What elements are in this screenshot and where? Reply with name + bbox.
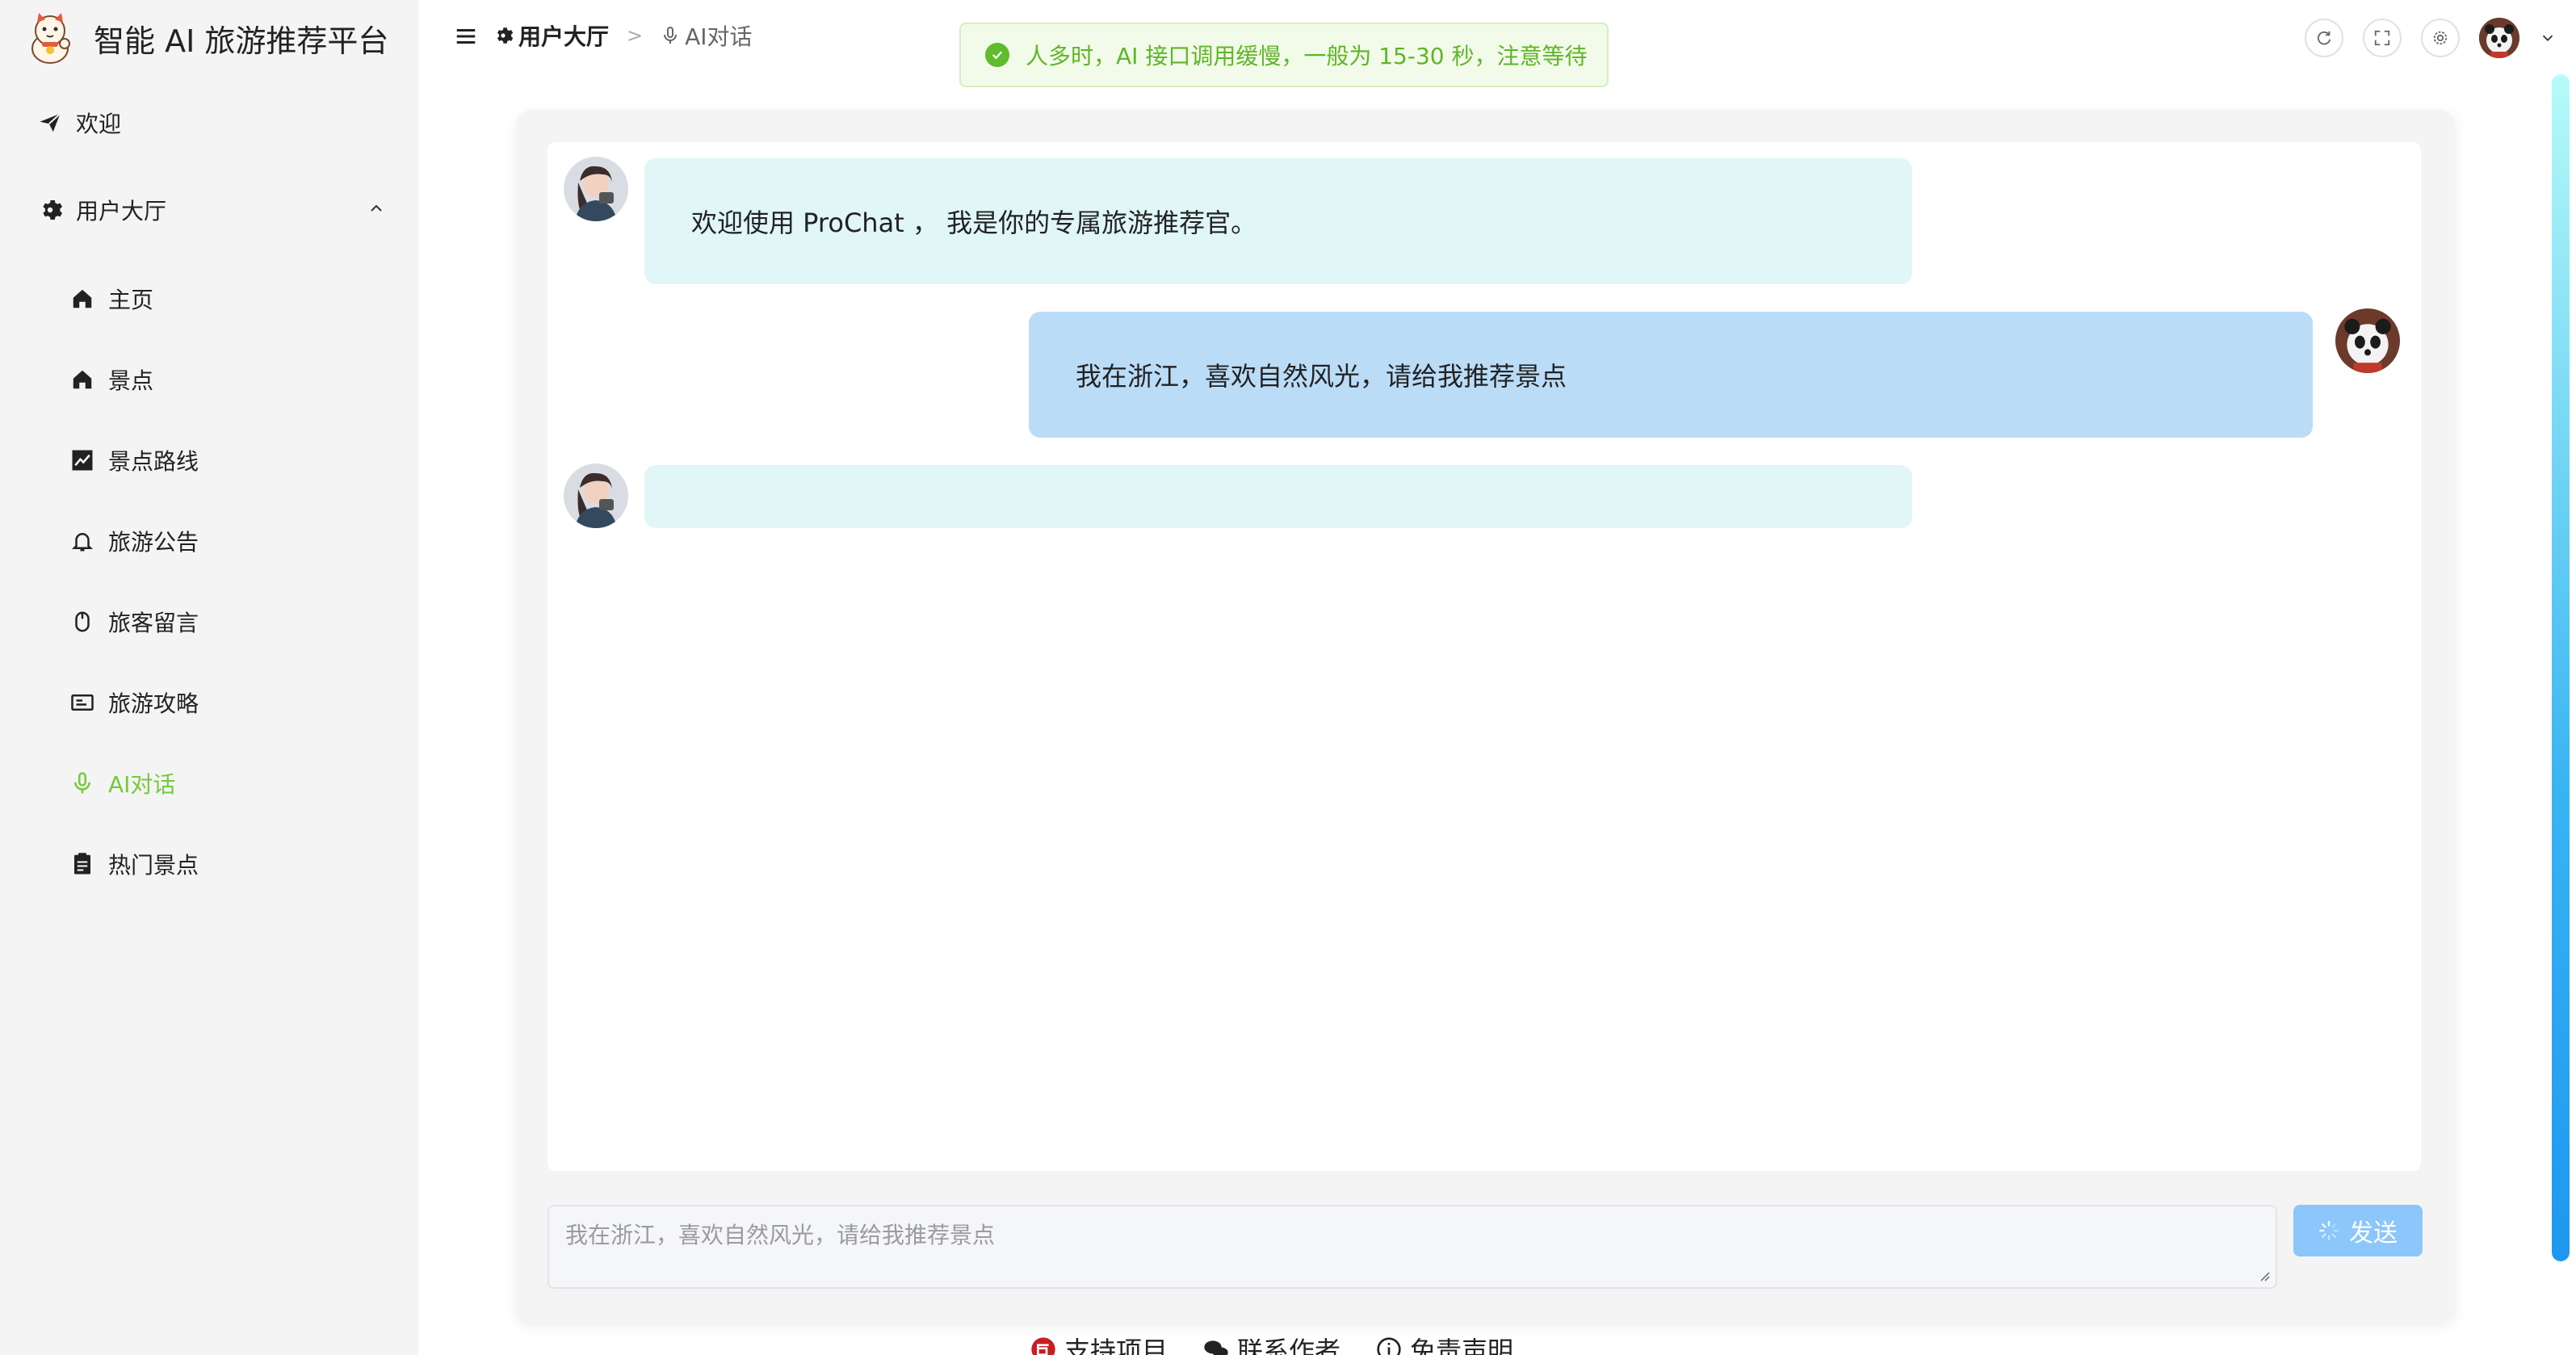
page-scrollbar[interactable] (2552, 74, 2570, 1261)
sidebar-item-popular[interactable]: 热门景点 (0, 830, 418, 898)
check-circle-icon (985, 43, 1009, 67)
send-label: 发送 (2349, 1219, 2398, 1248)
clipboard-icon (68, 849, 97, 879)
card-icon (68, 688, 97, 717)
panda-avatar-icon (2479, 18, 2519, 58)
toast-message: 人多时，AI 接口调用缓慢，一般为 15-30 秒，注意等待 (1026, 43, 1588, 69)
support-project-link[interactable]: 支持项目 (1030, 1331, 1168, 1355)
loading-spinner-icon (2318, 1220, 2339, 1241)
success-toast: 人多时，AI 接口调用缓慢，一般为 15-30 秒，注意等待 (959, 23, 1609, 87)
assistant-avatar (564, 464, 628, 528)
sidebar-item-welcome[interactable]: 欢迎 (0, 89, 418, 157)
gear-icon (497, 27, 514, 44)
message-text: 欢迎使用 ProChat ， 我是你的专属旅游推荐官。 (691, 208, 1257, 238)
footer-link-label: 免责声明 (1410, 1336, 1514, 1355)
assistant-message-pending (644, 465, 1912, 528)
breadcrumb: 用户大厅 > AI对话 (493, 19, 753, 52)
gear-icon (2433, 31, 2448, 45)
breadcrumb-chevron-icon: > (627, 24, 644, 47)
refresh-icon (2318, 31, 2331, 45)
fullscreen-button[interactable] (2363, 19, 2402, 57)
wechat-icon (1204, 1340, 1228, 1355)
header-actions (2305, 18, 2557, 58)
gear-icon (36, 195, 65, 224)
lucky-cat-logo-icon (31, 13, 70, 64)
mic-icon (68, 769, 97, 798)
contact-author-link[interactable]: 联系作者 (1203, 1331, 1340, 1355)
logo-row: 智能 AI 旅游推荐平台 (27, 11, 388, 65)
message-text: 我在浙江，喜欢自然风光，请给我推荐景点 (1076, 361, 1567, 392)
footer-link-label: 支持项目 (1064, 1336, 1168, 1355)
send-icon (36, 108, 65, 137)
sidebar-item-messages[interactable]: 旅客留言 (0, 588, 418, 656)
mic-icon (664, 27, 678, 44)
resize-grip-icon[interactable] (2256, 1268, 2271, 1282)
sidebar-item-label: 旅客留言 (108, 610, 199, 636)
chat-card: 欢迎使用 ProChat ， 我是你的专属旅游推荐官。 我在浙江，喜欢自然风光，… (517, 110, 2455, 1323)
sidebar-item-label: 景点 (108, 367, 154, 394)
sidebar-item-home[interactable]: 主页 (0, 265, 418, 333)
chevron-up-icon (371, 204, 382, 212)
send-button[interactable]: 发送 (2293, 1205, 2423, 1256)
sidebar-item-label: 旅游公告 (108, 529, 199, 556)
menu-toggle-icon[interactable] (454, 24, 478, 48)
user-message-avatar (2335, 308, 2400, 373)
app-title: 智能 AI 旅游推荐平台 (94, 23, 389, 59)
chat-messages: 欢迎使用 ProChat ， 我是你的专属旅游推荐官。 我在浙江，喜欢自然风光，… (548, 142, 2421, 1171)
sidebar-item-label: 主页 (108, 287, 154, 313)
chat-input[interactable]: 我在浙江，喜欢自然风光，请给我推荐景点 (548, 1205, 2277, 1289)
info-icon (1377, 1337, 1401, 1355)
footer: 支持项目 联系作者 免责声明 (1030, 1331, 1513, 1355)
sidebar-item-attractions[interactable]: 景点 (0, 346, 418, 413)
chart-icon (68, 446, 97, 475)
user-message: 我在浙江，喜欢自然风光，请给我推荐景点 (1029, 312, 2313, 438)
sidebar-item-ai-chat[interactable]: AI对话 (0, 749, 418, 817)
sidebar-item-label: 旅游攻略 (108, 690, 199, 717)
sidebar-item-label: 热门景点 (108, 852, 199, 879)
fullscreen-icon (2374, 30, 2390, 46)
chevron-down-icon[interactable] (2539, 29, 2557, 47)
breadcrumb-label: 用户大厅 (518, 23, 610, 50)
breadcrumb-item-user-hall[interactable]: 用户大厅 (493, 19, 609, 52)
gitee-icon (1031, 1337, 1055, 1355)
user-avatar[interactable] (2479, 18, 2519, 58)
sidebar-item-guides[interactable]: 旅游攻略 (0, 669, 418, 736)
footer-link-label: 联系作者 (1237, 1336, 1341, 1355)
sidebar-item-label: 用户大厅 (76, 198, 167, 224)
panda-avatar-icon (2335, 308, 2400, 373)
sidebar-item-label: AI对话 (108, 771, 176, 798)
breadcrumb-label: AI对话 (685, 23, 753, 50)
home-icon (68, 284, 97, 313)
assistant-avatar (564, 157, 628, 221)
home-icon (68, 365, 97, 394)
sidebar-item-label: 欢迎 (76, 111, 122, 137)
chat-input-placeholder: 我在浙江，喜欢自然风光，请给我推荐景点 (565, 1222, 996, 1248)
bell-icon (68, 526, 97, 556)
settings-button[interactable] (2421, 19, 2460, 57)
mouse-icon (68, 607, 97, 636)
sidebar-item-routes[interactable]: 景点路线 (0, 426, 418, 494)
sidebar-item-label: 景点路线 (108, 448, 199, 475)
sidebar-item-announcements[interactable]: 旅游公告 (0, 507, 418, 575)
assistant-avatar-icon (564, 157, 628, 221)
sidebar: 智能 AI 旅游推荐平台 欢迎 用户大厅 主页 景点 景点路线 旅游公告 旅客留… (0, 0, 418, 1355)
disclaimer-link[interactable]: 免责声明 (1376, 1331, 1513, 1355)
refresh-button[interactable] (2305, 19, 2343, 57)
assistant-avatar-icon (564, 464, 628, 528)
assistant-message: 欢迎使用 ProChat ， 我是你的专属旅游推荐官。 (644, 158, 1912, 284)
sidebar-item-user-hall[interactable]: 用户大厅 (0, 176, 418, 244)
breadcrumb-item-ai-chat: AI对话 (661, 19, 753, 52)
